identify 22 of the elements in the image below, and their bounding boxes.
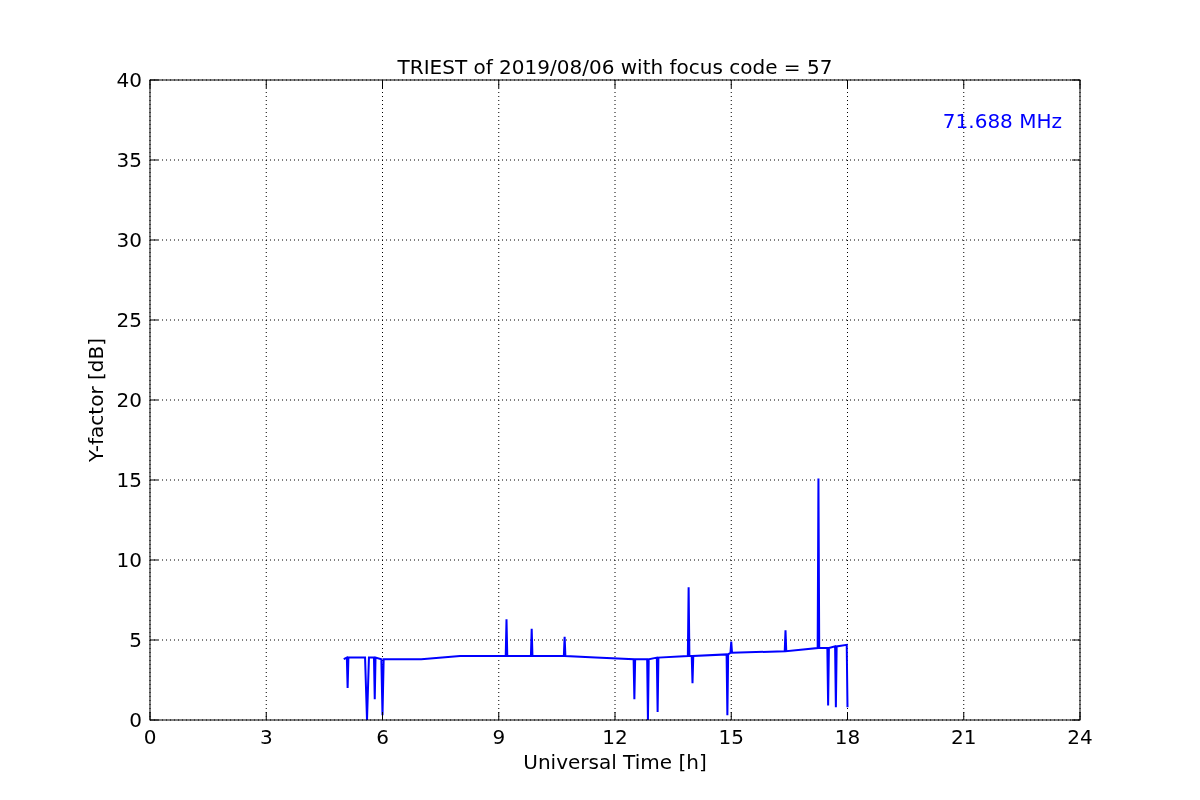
y-tick-label: 10	[116, 548, 142, 572]
x-tick-label: 24	[1067, 725, 1093, 749]
chart-title: TRIEST of 2019/08/06 with focus code = 57	[397, 55, 833, 79]
x-tick-label: 3	[259, 725, 273, 749]
x-tick-label: 15	[718, 725, 744, 749]
x-tick-label: 21	[951, 725, 977, 749]
y-tick-label: 25	[116, 308, 142, 332]
y-tick-label: 5	[129, 628, 142, 652]
x-tick-label: 9	[492, 725, 506, 749]
y-tick-label: 0	[129, 708, 142, 732]
y-tick-label: 35	[116, 148, 142, 172]
y-tick-label: 40	[116, 68, 142, 92]
x-tick-label: 6	[376, 725, 389, 749]
y-tick-label: 15	[116, 468, 142, 492]
series-label: 71.688 MHz	[942, 109, 1062, 133]
y-axis-label: Y-factor [dB]	[84, 338, 108, 462]
x-tick-label: 0	[143, 725, 157, 749]
y-tick-label: 30	[116, 228, 142, 252]
y-tick-label: 20	[116, 388, 142, 412]
x-axis-label: Universal Time [h]	[523, 750, 707, 774]
x-tick-label: 18	[834, 725, 861, 749]
x-tick-label: 12	[602, 725, 628, 749]
